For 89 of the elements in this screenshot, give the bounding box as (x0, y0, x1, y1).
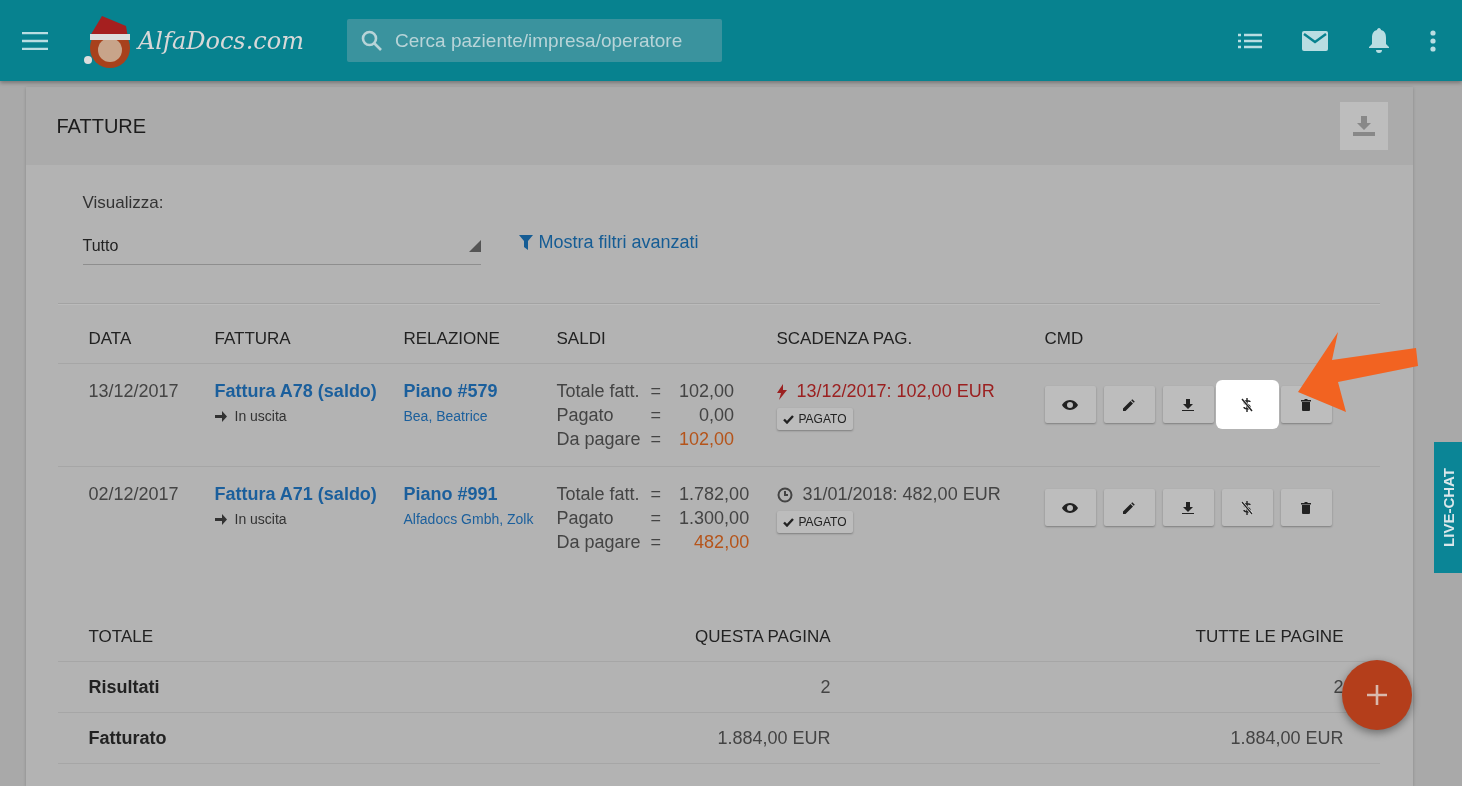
equals-sign: = (650, 532, 662, 553)
bolt-icon (776, 383, 787, 400)
notifications-button[interactable] (1368, 27, 1390, 54)
paid-button[interactable]: PAGATO (776, 408, 853, 430)
equals-sign: = (650, 405, 662, 426)
mail-button[interactable] (1302, 30, 1328, 51)
column-header: SALDI (556, 304, 777, 364)
pencil-icon (1123, 501, 1135, 514)
column-header: TUTTE LE PAGINE (866, 627, 1380, 662)
bell-icon (1368, 27, 1390, 54)
eye-icon (1062, 502, 1078, 513)
equals-sign: = (650, 381, 662, 402)
column-header: DATA (57, 304, 215, 364)
date-text: 02/12/2017 (88, 484, 180, 505)
list-button[interactable] (1238, 32, 1262, 49)
search-field[interactable]: Cerca paziente/impresa/operatore (347, 19, 722, 62)
pencil-icon (1123, 398, 1135, 411)
check-icon (782, 517, 794, 527)
download-icon (1182, 398, 1194, 411)
trash-icon (1301, 501, 1311, 514)
invoice-link[interactable]: Fattura A71 (saldo) (214, 484, 404, 505)
column-header: TOTALE (57, 627, 467, 662)
plus-icon (1367, 685, 1387, 705)
arrow-right-icon (214, 513, 227, 525)
column-header: FATTURA (214, 304, 404, 364)
list-icon (1238, 32, 1262, 49)
balance-value: 102,00 (679, 381, 735, 402)
equals-sign: = (650, 484, 662, 505)
balance-value: 1.782,00 (679, 484, 750, 505)
view-select[interactable]: Tutto (82, 227, 481, 265)
due-date-text: 31/01/2018: 482,00 EUR (802, 484, 1001, 505)
equals-sign: = (650, 508, 662, 529)
date-text: 13/12/2017 (88, 381, 180, 402)
no-dollar-icon (1241, 500, 1253, 515)
filter-label: Visualizza: (82, 193, 165, 213)
command-button[interactable] (1162, 386, 1214, 423)
balance-label: Da pagare (556, 429, 641, 450)
balance-label: Pagato (556, 508, 614, 529)
command-button[interactable] (1103, 386, 1155, 423)
filter-icon (518, 235, 533, 250)
download-icon (1352, 116, 1375, 136)
clock-icon (776, 486, 793, 503)
mail-icon (1302, 30, 1328, 51)
balance-value: 0,00 (699, 405, 735, 426)
download-icon (1182, 501, 1194, 514)
due-date-text: 13/12/2017: 102,00 EUR (796, 381, 995, 402)
balance-label: Totale fatt. (556, 381, 640, 402)
logo-text: AlfaDocs.com (138, 26, 304, 55)
check-icon (782, 414, 794, 424)
trash-icon (1301, 398, 1311, 411)
balance-label: Totale fatt. (556, 484, 640, 505)
more-button[interactable] (1430, 29, 1436, 52)
direction-text: In uscita (234, 511, 287, 527)
command-button[interactable] (1280, 489, 1332, 526)
eye-icon (1062, 399, 1078, 410)
direction-text: In uscita (234, 408, 287, 424)
page-title: FATTURE (56, 114, 147, 138)
balance-label: Pagato (556, 405, 614, 426)
balance-value: 1.300,00 (679, 508, 750, 529)
plan-link[interactable]: Piano #579 (403, 381, 557, 402)
totals-label: Risultati (57, 662, 467, 713)
paid-button[interactable]: PAGATO (776, 511, 853, 533)
balance-value: 482,00 (694, 532, 750, 553)
command-button[interactable] (1221, 489, 1273, 526)
patient-link[interactable]: Alfadocs Gmbh, Zolk (403, 511, 557, 527)
menu-icon (22, 31, 48, 50)
command-button[interactable] (1044, 386, 1096, 423)
no-dollar-icon (1241, 397, 1253, 412)
live-chat-tab[interactable]: LIVE-CHAT (1434, 442, 1462, 573)
dropdown-triangle-icon (468, 239, 481, 252)
plan-link[interactable]: Piano #991 (403, 484, 557, 505)
command-button[interactable] (1103, 489, 1155, 526)
command-button[interactable] (1044, 489, 1096, 526)
balance-label: Da pagare (556, 532, 641, 553)
balance-value: 102,00 (679, 429, 735, 450)
advanced-filters-link[interactable]: Mostra filtri avanzati (518, 232, 699, 253)
equals-sign: = (650, 429, 662, 450)
table-cell: 2 (466, 662, 867, 713)
invoice-link[interactable]: Fattura A78 (saldo) (214, 381, 404, 402)
command-button[interactable] (1162, 489, 1214, 526)
table-cell: 1.884,00 EUR (466, 713, 867, 764)
column-header: SCADENZA PAG. (776, 304, 1045, 364)
column-header: QUESTA PAGINA (466, 627, 867, 662)
column-header: RELAZIONE (403, 304, 557, 364)
more-icon (1430, 29, 1436, 52)
totals-label: Fatturato (57, 713, 467, 764)
arrow-right-icon (214, 410, 227, 422)
patient-link[interactable]: Bea, Beatrice (403, 408, 557, 424)
menu-button[interactable] (22, 31, 48, 50)
